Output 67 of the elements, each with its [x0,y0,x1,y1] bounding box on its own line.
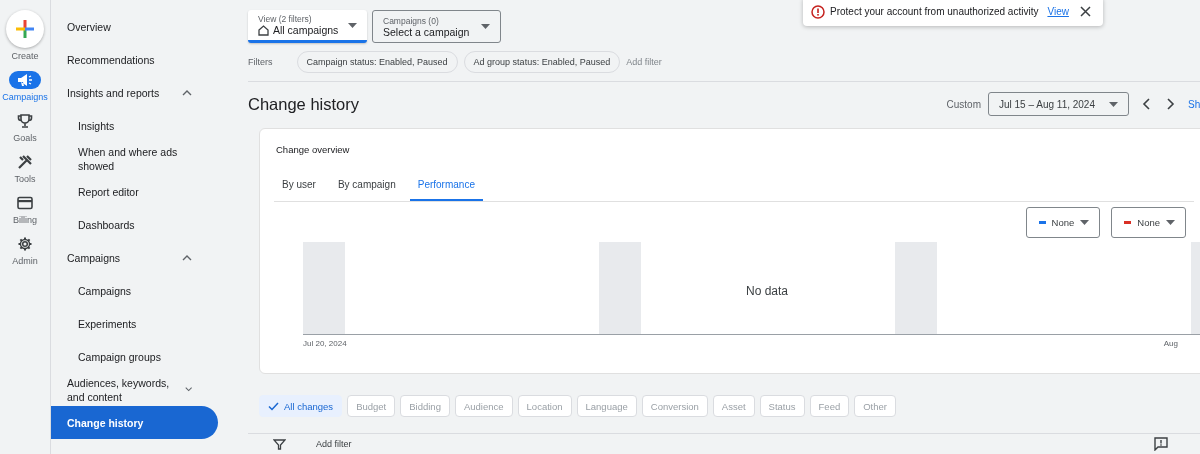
metric-dropdown[interactable]: None [1025,207,1101,238]
axis-label: Jul 20, 2024 [303,339,347,348]
nav-item[interactable]: Change history [51,406,218,439]
feedback-icon[interactable] [1154,437,1168,451]
caret-icon [1166,220,1175,225]
create-button[interactable] [6,10,44,48]
home-icon [258,24,269,36]
nav-item[interactable]: Overview [51,10,218,43]
card-title: Change overview [276,144,351,155]
rail-label: Admin [12,256,38,266]
view-link[interactable]: View [1047,6,1069,17]
dropdown-value: All campaigns [273,24,339,36]
tools-icon [17,154,33,170]
show-link[interactable]: Sh [1188,98,1200,110]
caret-icon [348,22,358,28]
view-dropdown[interactable]: View (2 filters) All campaigns [248,10,367,43]
nav-item[interactable]: Recommendations [51,43,218,76]
dropdown-value: Select a campaign [383,25,471,38]
add-filter-link[interactable]: Add filter [316,439,352,449]
nav-item[interactable]: Experiments [51,307,218,340]
check-icon [268,401,279,411]
dropdown-label: Campaigns (0) [383,15,440,26]
megaphone-icon [17,73,33,87]
caret-icon [1080,220,1090,225]
nav-item[interactable]: Campaign groups [51,340,218,373]
rail-label: Create [11,51,39,61]
tab[interactable]: By campaign [329,175,404,201]
chevron-left-icon[interactable] [1142,98,1152,110]
nav-item[interactable]: Dashboards [51,208,218,241]
trophy-icon [17,113,33,129]
plus-icon [15,19,35,39]
date-range-label: Custom [946,98,981,110]
rail-label: Tools [14,174,36,184]
notification-text: Protect your account from unauthorized activity [830,6,1039,17]
filter-chip[interactable]: Campaign status: Enabled, Paused [296,51,458,73]
credit-card-icon [17,196,33,210]
dropdown-label: View (2 filters) [258,14,313,24]
filters-label: Filters [248,57,273,67]
caret-icon [481,24,490,29]
chevron-right-icon[interactable] [1165,98,1175,110]
close-icon[interactable] [1079,6,1091,17]
rail-label: Goals [13,133,37,143]
add-filter-link[interactable]: Add filter [626,57,662,67]
nav-item[interactable]: Insights and reports [51,76,218,109]
nav-item[interactable]: Campaigns [51,241,218,274]
empty-state-text: No data [746,284,789,298]
filter-chip[interactable]: Ad group status: Enabled, Paused [463,51,621,73]
filter-icon[interactable] [273,438,286,450]
caret-icon [1109,101,1118,107]
nav-item[interactable]: Insights [51,109,218,142]
metric-dropdown[interactable]: None [1111,207,1186,238]
campaign-dropdown[interactable]: Campaigns (0) Select a campaign [372,10,501,43]
tab[interactable]: Performance [409,175,483,201]
nav-item[interactable]: Audiences, keywords, and content [51,373,218,406]
page-title: Change history [248,94,359,114]
settings-icon [17,236,33,252]
nav-item[interactable]: Campaigns [51,274,218,307]
nav-item[interactable]: When and where ads showed [51,142,218,175]
axis-label: Aug [1163,339,1178,348]
nav-item[interactable]: Report editor [51,175,218,208]
rail-label: Campaigns [2,92,48,102]
rail-label: Billing [13,215,37,225]
rail-nav-button[interactable] [9,71,41,89]
error-icon [811,4,825,19]
change-type-chip[interactable]: All changes [259,395,343,417]
date-range-dropdown[interactable]: Jul 15 – Aug 11, 2024 [988,92,1129,116]
tab[interactable]: By user [274,175,324,201]
